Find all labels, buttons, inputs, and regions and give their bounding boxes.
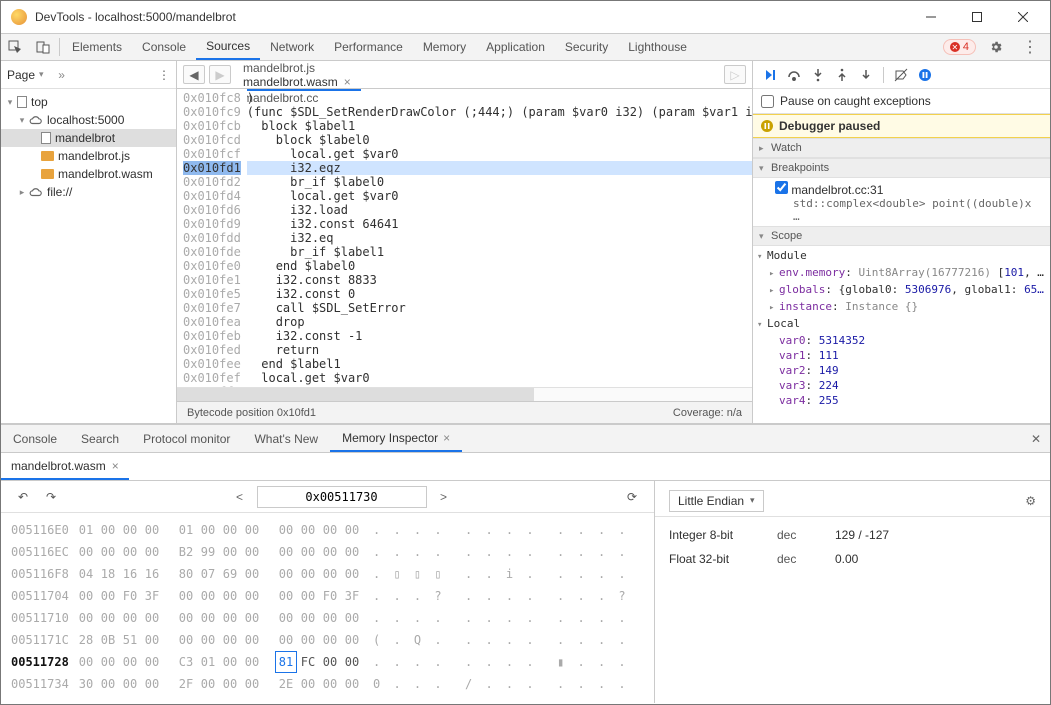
close-icon[interactable]: × <box>443 431 450 445</box>
scope-local-var[interactable]: var1: 111 <box>779 348 1046 363</box>
breakpoint-detail: std::complex<double> point((double)x … <box>775 197 1044 223</box>
window-close-button[interactable] <box>1000 1 1046 33</box>
pause-on-caught-label: Pause on caught exceptions <box>780 94 931 108</box>
code-editor[interactable]: 0x010fc80x010fc90x010fcb0x010fcd0x010fcf… <box>177 89 752 387</box>
error-count-badge[interactable]: ✕4 <box>943 39 976 55</box>
navigator-panel: Page▾ » ⋮ ▾top ▾localhost:5000 mandelbro… <box>1 61 177 423</box>
drawer-panel: ConsoleSearchProtocol monitorWhat's NewM… <box>1 423 1050 703</box>
tree-node-file-mandelbrot-js[interactable]: mandelbrot.js <box>1 147 176 165</box>
step-button[interactable] <box>855 64 877 86</box>
nav-tab-console[interactable]: Console <box>132 34 196 60</box>
device-toolbar-button[interactable] <box>29 34 57 60</box>
scope-pane-header[interactable]: ▾Scope <box>753 226 1050 246</box>
frame-icon <box>17 96 27 108</box>
scope-module-header[interactable]: ▾Module <box>757 248 1046 265</box>
error-count-value: 4 <box>963 41 969 53</box>
endianness-selector[interactable]: Little Endian▾ <box>669 490 764 512</box>
editor-history-back[interactable]: ◀ <box>183 65 205 84</box>
window-title: DevTools - localhost:5000/mandelbrot <box>35 10 908 24</box>
drawer-tab[interactable]: Memory Inspector× <box>330 425 462 452</box>
watch-pane-header[interactable]: ▸Watch <box>753 138 1050 158</box>
memory-settings-button[interactable]: ⚙ <box>1025 494 1036 508</box>
nav-tab-performance[interactable]: Performance <box>324 34 413 60</box>
breakpoint-item[interactable]: mandelbrot.cc:31 std::complex<double> po… <box>753 178 1050 226</box>
nav-tab-network[interactable]: Network <box>260 34 324 60</box>
scope-local-var[interactable]: var0: 5314352 <box>779 333 1046 348</box>
typed-value-row: Integer 8-bitdec129 / -127 <box>669 523 1036 547</box>
tree-node-file-mandelbrot-wasm[interactable]: mandelbrot.wasm <box>1 165 176 183</box>
devtools-app-icon <box>11 9 27 25</box>
memory-hex-view[interactable]: 005116E0010000000100000000000000. . . . … <box>1 513 654 701</box>
memory-undo-button[interactable]: ↶ <box>13 490 33 504</box>
cloud-icon <box>29 185 43 199</box>
step-out-button[interactable] <box>831 64 853 86</box>
close-icon[interactable]: × <box>344 75 351 89</box>
pause-on-caught-checkbox[interactable] <box>761 95 774 108</box>
scope-instance[interactable]: ▸instance: Instance {} <box>757 299 1046 316</box>
coverage-label: Coverage: n/a <box>673 407 742 419</box>
editor-run-snippet[interactable]: ▷ <box>724 65 746 84</box>
editor-statusbar: Bytecode position 0x10fd1 Coverage: n/a <box>177 401 752 423</box>
more-menu-button[interactable]: ⋮ <box>1016 37 1044 57</box>
drawer-tab[interactable]: What's New <box>242 425 330 452</box>
settings-button[interactable] <box>982 40 1010 54</box>
cloud-icon <box>29 113 43 127</box>
scope-local-var[interactable]: var3: 224 <box>779 378 1046 393</box>
close-icon[interactable]: × <box>112 459 119 473</box>
navigator-more-button[interactable]: ⋮ <box>158 68 170 82</box>
scope-local-var[interactable]: var4: 255 <box>779 393 1046 408</box>
editor-horizontal-scrollbar[interactable] <box>177 387 752 401</box>
window-maximize-button[interactable] <box>954 1 1000 33</box>
scope-env-memory[interactable]: ▸env.memory: Uint8Array(16777216) [101, … <box>757 265 1046 282</box>
memory-inspector-file-tab[interactable]: mandelbrot.wasm× <box>1 453 129 480</box>
editor-tab[interactable]: mandelbrot.js <box>233 61 361 75</box>
memory-redo-button[interactable]: ↷ <box>41 490 61 504</box>
window-titlebar: DevTools - localhost:5000/mandelbrot <box>1 1 1050 33</box>
typed-value-row: Float 32-bitdec0.00 <box>669 547 1036 571</box>
nav-tab-lighthouse[interactable]: Lighthouse <box>618 34 697 60</box>
window-minimize-button[interactable] <box>908 1 954 33</box>
debugger-paused-banner: Debugger paused <box>753 114 1050 138</box>
file-icon <box>41 132 51 144</box>
scope-local-header[interactable]: ▾Local <box>757 316 1046 333</box>
tree-node-top[interactable]: ▾top <box>1 93 176 111</box>
resume-button[interactable] <box>759 64 781 86</box>
nav-tab-sources[interactable]: Sources <box>196 34 260 60</box>
debugger-panel: Pause on caught exceptions Debugger paus… <box>752 61 1050 423</box>
pause-on-caught-row[interactable]: Pause on caught exceptions <box>753 89 1050 114</box>
tree-node-file-mandelbrot[interactable]: mandelbrot <box>1 129 176 147</box>
folder-icon <box>41 151 54 161</box>
scope-globals[interactable]: ▸globals: {global0: 5306976, global1: 65… <box>757 282 1046 299</box>
editor-history-forward[interactable]: ▶ <box>209 65 231 84</box>
step-over-button[interactable] <box>783 64 805 86</box>
nav-tab-application[interactable]: Application <box>476 34 555 60</box>
breakpoints-pane-header[interactable]: ▾Breakpoints <box>753 158 1050 178</box>
bytecode-position-label: Bytecode position 0x10fd1 <box>187 407 316 419</box>
drawer-close-button[interactable]: ✕ <box>1022 425 1050 452</box>
nav-tab-security[interactable]: Security <box>555 34 618 60</box>
step-into-button[interactable] <box>807 64 829 86</box>
editor-tabstrip: ◀ ▶ mandelbrot.jsmandelbrot.wasm×mandelb… <box>177 61 752 89</box>
breakpoint-file-label: mandelbrot.cc:31 <box>791 183 883 197</box>
memory-prev-page[interactable]: < <box>229 490 251 504</box>
memory-next-page[interactable]: > <box>433 490 455 504</box>
navigator-mode-label[interactable]: Page <box>7 68 35 82</box>
pause-on-exceptions-button[interactable] <box>914 64 936 86</box>
tree-node-file-scheme[interactable]: ▸file:// <box>1 183 176 201</box>
memory-refresh-button[interactable]: ⟳ <box>622 490 642 504</box>
deactivate-breakpoints-button[interactable] <box>890 64 912 86</box>
folder-icon <box>41 169 54 179</box>
main-toolbar: ElementsConsoleSourcesNetworkPerformance… <box>1 33 1050 61</box>
drawer-tab[interactable]: Protocol monitor <box>131 425 242 452</box>
nav-tab-memory[interactable]: Memory <box>413 34 476 60</box>
tree-node-origin[interactable]: ▾localhost:5000 <box>1 111 176 129</box>
drawer-tab[interactable]: Console <box>1 425 69 452</box>
inspect-element-button[interactable] <box>1 34 29 60</box>
breakpoint-checkbox[interactable] <box>775 181 788 194</box>
nav-tab-elements[interactable]: Elements <box>62 34 132 60</box>
scope-local-var[interactable]: var2: 149 <box>779 363 1046 378</box>
memory-address-input[interactable] <box>257 486 427 508</box>
drawer-tab[interactable]: Search <box>69 425 131 452</box>
